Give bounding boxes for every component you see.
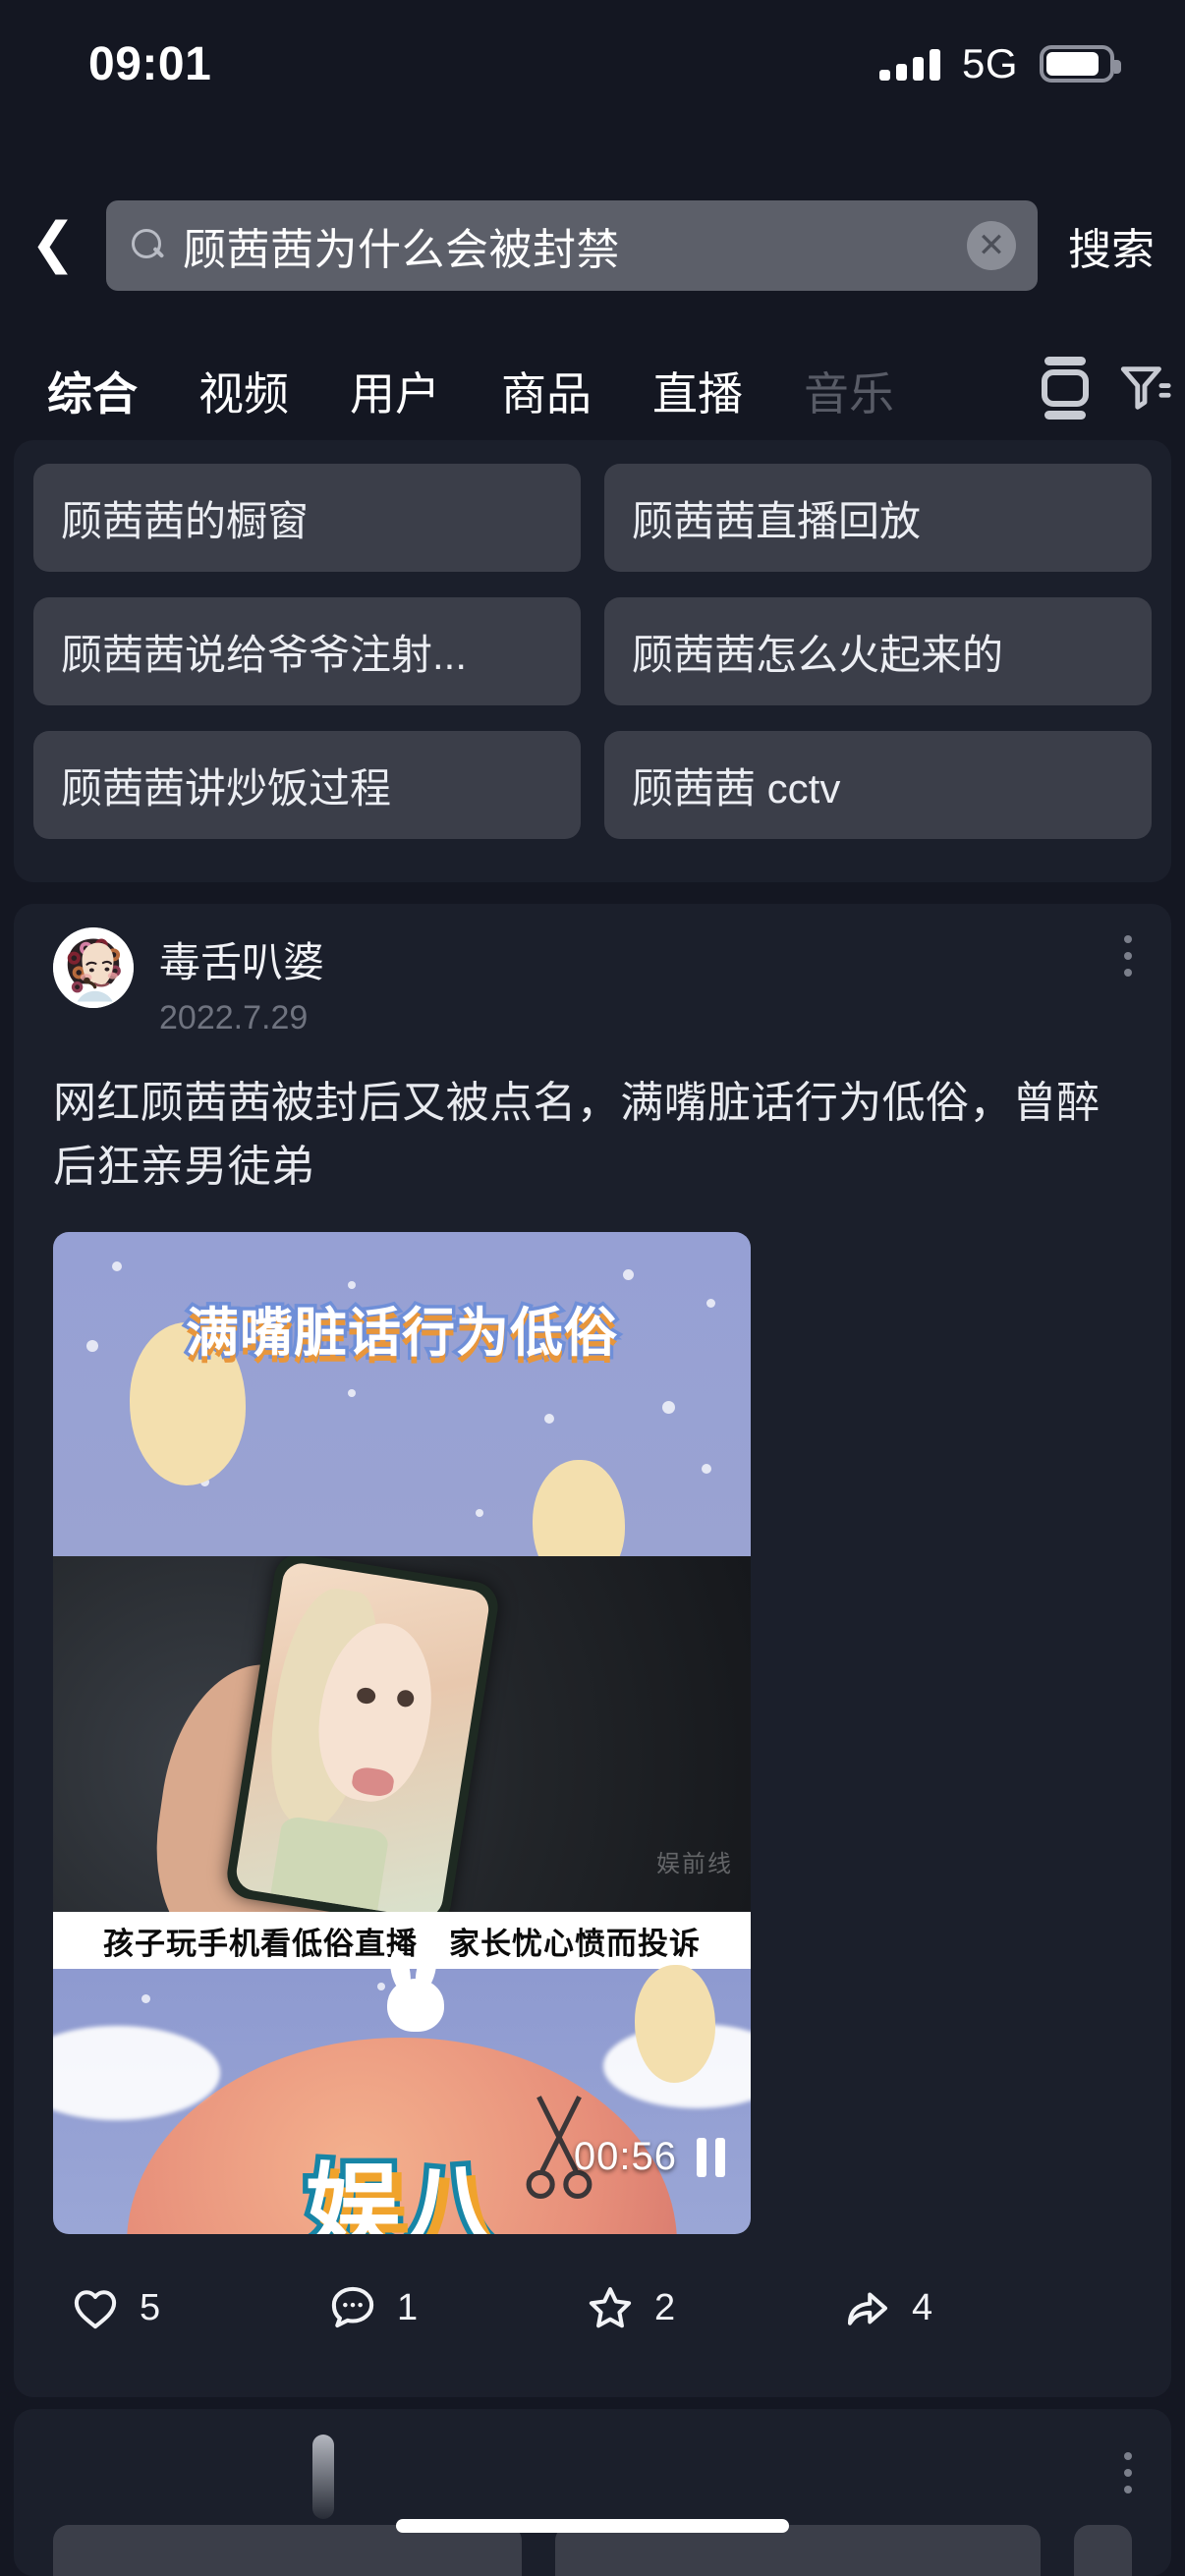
video-thumbnail[interactable]: 满嘴脏话行为低俗 娱前线 孩子玩手机看低俗直播 家长忧心愤而投诉 娱八 00:5… bbox=[53, 1232, 751, 2235]
suggestion-chip[interactable]: 顾茜茜直播回放 bbox=[604, 464, 1152, 572]
post-action-bar: 5 1 2 4 bbox=[14, 2281, 1095, 2334]
post-title[interactable]: 网红顾茜茜被封后又被点名，满嘴脏话行为低俗，曾醉后狂亲男徒弟 bbox=[53, 1071, 1132, 1199]
thumbnail-banner-text: 满嘴脏话行为低俗 bbox=[183, 1301, 621, 1367]
comment-icon bbox=[331, 2286, 374, 2328]
search-query-text: 顾茜茜为什么会被封禁 bbox=[183, 226, 620, 274]
post-author-meta: 毒舌叭婆 2022.7.29 bbox=[159, 927, 324, 1037]
suggestion-chip[interactable]: 顾茜茜 cctv bbox=[604, 731, 1152, 839]
share-count: 4 bbox=[912, 2286, 933, 2328]
tabs-right-icons bbox=[1040, 357, 1173, 420]
tab-label: 综合 bbox=[47, 367, 138, 420]
back-chevron-icon[interactable]: ❮ bbox=[0, 215, 106, 276]
heart-icon bbox=[74, 2290, 117, 2329]
like-button[interactable]: 5 bbox=[14, 2281, 271, 2334]
suggestion-chip[interactable]: 顾茜茜的橱窗 bbox=[33, 464, 581, 572]
more-vertical-icon[interactable] bbox=[1124, 2452, 1132, 2493]
suggestion-chip[interactable]: 顾 bbox=[1074, 2525, 1132, 2576]
suggestion-grid: 顾茜茜的橱窗 顾茜茜直播回放 顾茜茜说给爷爷注射... 顾茜茜怎么火起来的 顾茜… bbox=[33, 464, 1152, 839]
tab-shipin[interactable]: 视频 bbox=[198, 359, 289, 423]
tab-shangpin[interactable]: 商品 bbox=[501, 359, 592, 423]
suggestion-chip[interactable]: 顾茜茜说给爷爷注射... bbox=[33, 597, 581, 705]
news-watermark: 娱前线 bbox=[656, 1851, 733, 1878]
more-vertical-icon[interactable] bbox=[1124, 935, 1132, 977]
post-author-name[interactable]: 毒舌叭婆 bbox=[159, 929, 324, 989]
tab-yonghu[interactable]: 用户 bbox=[350, 359, 440, 423]
tab-zonghe[interactable]: 综合 bbox=[47, 359, 138, 451]
search-bar-row: ❮ 顾茜茜为什么会被封禁 ✕ 搜索 bbox=[0, 187, 1185, 305]
thumbnail-top-panel: 满嘴脏话行为低俗 bbox=[53, 1232, 751, 1591]
favorite-button[interactable]: 2 bbox=[529, 2281, 786, 2334]
post-card: 毒舌叭婆 2022.7.29 网红顾茜茜被封后又被点名，满嘴脏话行为低俗，曾醉后… bbox=[14, 904, 1171, 2397]
suggestion-chip[interactable]: 顾茜茜讲炒饭过程 bbox=[33, 731, 581, 839]
related-search-card: 顾茜茜的橱窗 顾茜茜直播回放 顾茜茜说给爷爷注射... 顾茜茜怎么火起来的 顾茜… bbox=[14, 440, 1171, 882]
avatar-illustration bbox=[53, 927, 134, 1008]
network-type-label: 5G bbox=[961, 40, 1018, 86]
like-count: 5 bbox=[140, 2286, 161, 2328]
post-date: 2022.7.29 bbox=[159, 999, 309, 1036]
star-icon bbox=[589, 2287, 632, 2328]
tab-label: 用户 bbox=[350, 367, 440, 420]
search-input[interactable]: 顾茜茜为什么会被封禁 ✕ bbox=[106, 200, 1038, 291]
app-screen: 09:01 5G ❮ 顾茜茜为什么会被封禁 ✕ 搜索 综合 视频 用户 商品 直… bbox=[0, 0, 1185, 2576]
tab-label: 商品 bbox=[501, 367, 592, 420]
clear-circle-icon[interactable]: ✕ bbox=[967, 221, 1016, 270]
status-indicators: 5G bbox=[878, 40, 1121, 87]
comment-count: 1 bbox=[397, 2286, 419, 2328]
thumbnail-bottom-panel: 娱八 bbox=[53, 1947, 751, 2235]
next-post-header bbox=[53, 2435, 1132, 2519]
thumbnail-news-panel: 娱前线 孩子玩手机看低俗直播 家长忧心愤而投诉 bbox=[53, 1556, 751, 1970]
home-indicator[interactable] bbox=[396, 2519, 789, 2533]
news-photo: 娱前线 孩子玩手机看低俗直播 家长忧心愤而投诉 bbox=[53, 1556, 751, 1970]
tab-label: 音乐 bbox=[804, 367, 894, 420]
bunny-illustration bbox=[373, 1947, 458, 2033]
search-icon bbox=[132, 229, 165, 262]
suggestion-chip[interactable]: 顾茜茜怎么火起来的 bbox=[604, 597, 1152, 705]
tab-yinyue[interactable]: 音乐 bbox=[804, 359, 894, 423]
share-icon bbox=[847, 2292, 888, 2325]
video-duration-overlay: 00:56 bbox=[574, 2135, 725, 2179]
wearable-icon[interactable] bbox=[1040, 357, 1091, 420]
duration-label: 00:56 bbox=[573, 2135, 677, 2179]
next-post-avatar-sliver bbox=[312, 2435, 334, 2519]
avatar[interactable] bbox=[53, 927, 134, 1008]
search-submit-button[interactable]: 搜索 bbox=[1038, 214, 1185, 277]
tab-label: 视频 bbox=[198, 367, 289, 420]
post-header: 毒舌叭婆 2022.7.29 bbox=[53, 927, 1132, 1037]
favorite-count: 2 bbox=[654, 2286, 676, 2328]
tab-zhibo[interactable]: 直播 bbox=[652, 359, 743, 423]
phone-illustration bbox=[223, 1556, 502, 1932]
status-time: 09:01 bbox=[88, 37, 212, 90]
battery-icon bbox=[1040, 45, 1121, 83]
share-button[interactable]: 4 bbox=[786, 2281, 1044, 2334]
tab-label: 直播 bbox=[652, 367, 743, 420]
category-tabs: 综合 视频 用户 商品 直播 音乐 bbox=[0, 339, 1185, 451]
filter-icon[interactable] bbox=[1116, 360, 1173, 417]
signal-bars-icon bbox=[878, 47, 940, 81]
next-post-card: 顾茜茜被永久封了吗 顾茜茜讲述自己第一次打脸 顾 bbox=[14, 2409, 1171, 2576]
comment-button[interactable]: 1 bbox=[271, 2281, 529, 2334]
status-bar: 09:01 5G bbox=[0, 0, 1185, 128]
pause-icon[interactable] bbox=[697, 2137, 725, 2177]
